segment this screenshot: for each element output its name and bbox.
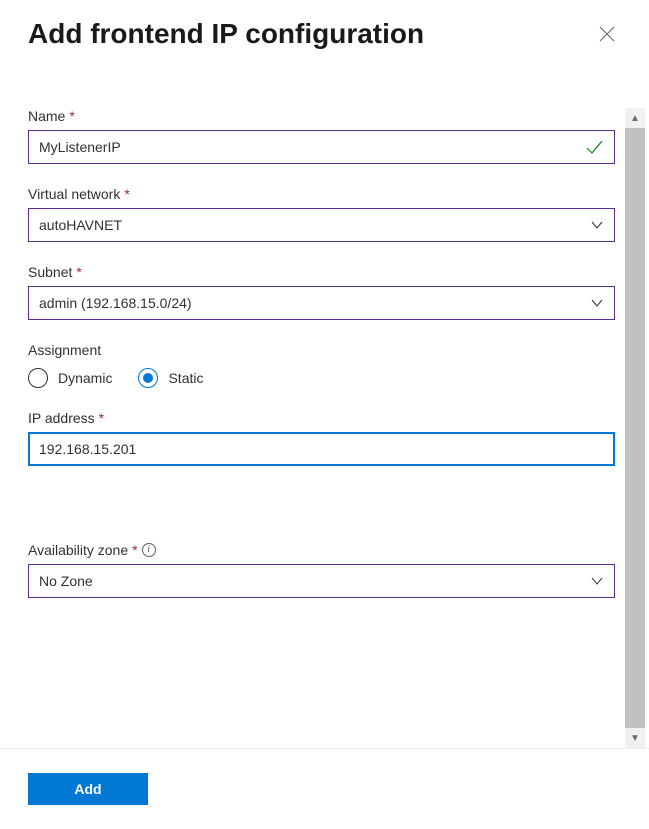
name-label: Name * — [28, 108, 615, 124]
close-button[interactable] — [593, 20, 621, 48]
radio-icon — [28, 368, 48, 388]
field-assignment: Assignment Dynamic Static — [28, 342, 615, 388]
assignment-radio-group: Dynamic Static — [28, 364, 615, 388]
subnet-label-text: Subnet — [28, 264, 72, 280]
ip-address-input[interactable]: 192.168.15.201 — [28, 432, 615, 466]
assignment-radio-static[interactable]: Static — [138, 368, 203, 388]
assignment-dynamic-label: Dynamic — [58, 370, 112, 386]
name-input-value: MyListenerIP — [39, 139, 584, 155]
required-marker: * — [99, 410, 104, 426]
virtual-network-label: Virtual network * — [28, 186, 615, 202]
availability-zone-value: No Zone — [39, 573, 93, 589]
ip-address-label: IP address * — [28, 410, 615, 426]
scrollbar-up-arrow-icon[interactable]: ▲ — [625, 108, 645, 128]
field-availability-zone: Availability zone * i No Zone — [28, 542, 615, 598]
required-marker: * — [132, 542, 137, 558]
name-label-text: Name — [28, 108, 65, 124]
scrollbar-down-arrow-icon[interactable]: ▼ — [625, 728, 645, 748]
virtual-network-value: autoHAVNET — [39, 217, 122, 233]
add-button[interactable]: Add — [28, 773, 148, 805]
scrollbar-track[interactable] — [625, 128, 645, 728]
spacer — [28, 488, 615, 542]
assignment-static-label: Static — [168, 370, 203, 386]
availability-zone-label-text: Availability zone — [28, 542, 128, 558]
assignment-radio-dynamic[interactable]: Dynamic — [28, 368, 112, 388]
chevron-down-icon — [590, 218, 604, 232]
virtual-network-select[interactable]: autoHAVNET — [28, 208, 615, 242]
availability-zone-label: Availability zone * i — [28, 542, 615, 558]
assignment-label-text: Assignment — [28, 342, 101, 358]
required-marker: * — [69, 108, 74, 124]
chevron-down-icon — [590, 574, 604, 588]
required-marker: * — [124, 186, 129, 202]
check-icon — [584, 137, 604, 157]
field-name: Name * MyListenerIP — [28, 108, 615, 164]
field-subnet: Subnet * admin (192.168.15.0/24) — [28, 264, 615, 320]
chevron-down-icon — [590, 296, 604, 310]
info-icon[interactable]: i — [142, 543, 156, 557]
subnet-value: admin (192.168.15.0/24) — [39, 295, 192, 311]
radio-inner-dot-icon — [143, 373, 153, 383]
ip-address-label-text: IP address — [28, 410, 95, 426]
subnet-label: Subnet * — [28, 264, 615, 280]
availability-zone-select[interactable]: No Zone — [28, 564, 615, 598]
assignment-label: Assignment — [28, 342, 615, 358]
subnet-select[interactable]: admin (192.168.15.0/24) — [28, 286, 615, 320]
virtual-network-label-text: Virtual network — [28, 186, 120, 202]
vertical-scrollbar[interactable]: ▲ ▼ — [625, 108, 645, 748]
field-ip-address: IP address * 192.168.15.201 — [28, 410, 615, 466]
ip-address-value: 192.168.15.201 — [39, 441, 604, 457]
panel-header: Add frontend IP configuration — [0, 0, 649, 60]
footer-divider — [0, 748, 649, 749]
name-input[interactable]: MyListenerIP — [28, 130, 615, 164]
close-icon — [599, 26, 615, 42]
scrollbar-thumb[interactable] — [625, 128, 645, 728]
required-marker: * — [76, 264, 81, 280]
radio-icon-selected — [138, 368, 158, 388]
panel-footer: Add — [28, 773, 148, 805]
panel-title: Add frontend IP configuration — [28, 18, 424, 50]
field-virtual-network: Virtual network * autoHAVNET — [28, 186, 615, 242]
